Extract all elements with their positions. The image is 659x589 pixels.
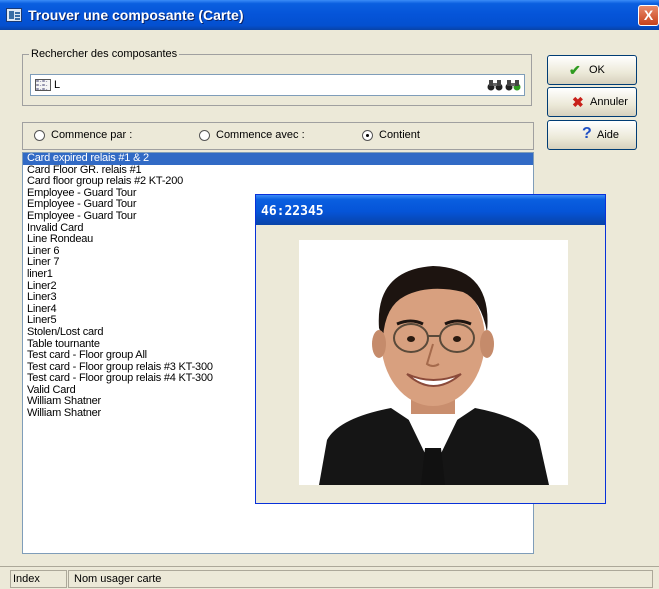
- status-bar: Index Nom usager carte: [0, 566, 659, 589]
- check-icon: ✔: [569, 62, 581, 78]
- ok-button[interactable]: ✔ OK: [547, 55, 637, 85]
- search-value: L: [54, 79, 61, 91]
- binoculars-search-icon[interactable]: [505, 78, 521, 92]
- x-icon: ✖: [572, 94, 584, 110]
- close-button[interactable]: X: [638, 5, 659, 26]
- app-icon: [6, 8, 22, 22]
- cancel-button[interactable]: ✖ Annuler: [547, 87, 637, 117]
- field-type-icon: =-=- =-=- =-=-: [35, 79, 51, 91]
- find-component-dialog: Trouver une composante (Carte) X Recherc…: [0, 0, 659, 589]
- radio-dot-selected[interactable]: [362, 130, 373, 141]
- search-input[interactable]: =-=- =-=- =-=- L: [30, 74, 525, 96]
- radio-dot[interactable]: [199, 130, 210, 141]
- status-index: Index: [10, 570, 67, 588]
- binoculars-icon[interactable]: [487, 78, 503, 92]
- question-icon: ?: [582, 125, 592, 142]
- photo-window-title: 46:22345: [261, 204, 324, 219]
- list-item-selected[interactable]: Card expired relais #1 & 2: [23, 153, 533, 165]
- cardholder-photo: [299, 240, 568, 485]
- search-group-label: Rechercher des composantes: [31, 48, 178, 60]
- status-field: Nom usager carte: [68, 570, 653, 588]
- card-photo-window: 46:22345: [255, 194, 606, 504]
- radio-dot[interactable]: [34, 130, 45, 141]
- title-bar[interactable]: Trouver une composante (Carte) X: [0, 0, 659, 30]
- help-button[interactable]: ? Aide: [547, 120, 637, 150]
- window-title: Trouver une composante (Carte): [28, 7, 244, 23]
- photo-window-title-bar[interactable]: 46:22345: [256, 195, 605, 225]
